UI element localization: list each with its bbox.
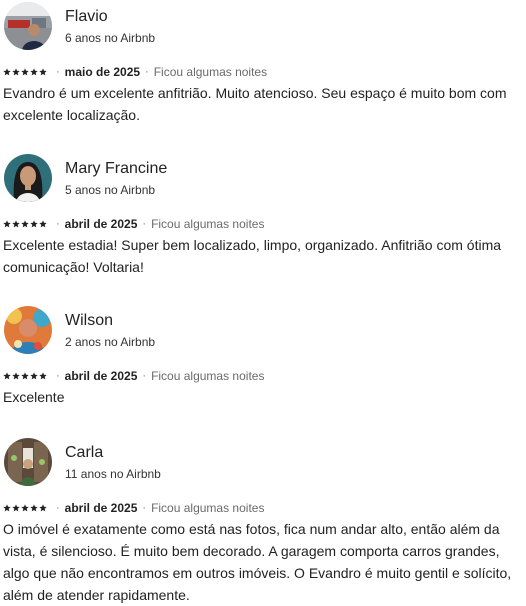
review-item: Flavio 6 anos no Airbnb · maio de 2025 ·… bbox=[3, 2, 523, 123]
separator-dot: · bbox=[56, 66, 60, 78]
star-icon bbox=[21, 220, 29, 228]
review-text: Excelente estadia! Super bem localizado,… bbox=[3, 237, 502, 275]
star-icon bbox=[3, 504, 11, 512]
review-date: abril de 2025 bbox=[64, 369, 138, 383]
star-icon bbox=[21, 68, 29, 76]
review-header: Wilson 2 anos no Airbnb bbox=[3, 306, 523, 356]
rating-stars bbox=[3, 372, 47, 380]
review-text: O imóvel é exatamente como está nas foto… bbox=[3, 521, 512, 603]
star-icon bbox=[3, 220, 11, 228]
reviewer-name: Carla bbox=[65, 444, 104, 461]
review-date: maio de 2025 bbox=[64, 65, 141, 79]
star-icon bbox=[39, 68, 47, 76]
review-header: Carla 11 anos no Airbnb bbox=[3, 438, 523, 488]
avatar[interactable] bbox=[4, 154, 52, 202]
separator-dot: · bbox=[56, 370, 60, 382]
stay-length: Ficou algumas noites bbox=[151, 369, 265, 383]
review-item: Mary Francine 5 anos no Airbnb · abril d… bbox=[3, 154, 523, 275]
review-meta: · abril de 2025 · Ficou algumas noites bbox=[3, 501, 264, 515]
rating-stars bbox=[3, 504, 47, 512]
review-date: abril de 2025 bbox=[64, 501, 138, 515]
review-date: abril de 2025 bbox=[64, 217, 138, 231]
star-icon bbox=[12, 220, 20, 228]
star-icon bbox=[12, 68, 20, 76]
star-icon bbox=[21, 372, 29, 380]
review-text: Excelente bbox=[3, 389, 65, 405]
avatar[interactable] bbox=[4, 306, 52, 354]
reviewer-tenure: 6 anos no Airbnb bbox=[65, 31, 156, 45]
avatar[interactable] bbox=[4, 2, 52, 50]
review-header: Mary Francine 5 anos no Airbnb bbox=[3, 154, 523, 204]
separator-dot: · bbox=[145, 66, 149, 78]
star-icon bbox=[3, 372, 11, 380]
separator-dot: · bbox=[142, 218, 147, 230]
stay-length: Ficou algumas noites bbox=[151, 217, 265, 231]
star-icon bbox=[30, 220, 38, 228]
review-header: Flavio 6 anos no Airbnb bbox=[3, 2, 523, 52]
reviewer-name: Flavio bbox=[65, 8, 108, 25]
separator-dot: · bbox=[142, 370, 147, 382]
stay-length: Ficou algumas noites bbox=[153, 65, 268, 79]
separator-dot: · bbox=[56, 502, 60, 514]
star-icon bbox=[3, 68, 11, 76]
star-icon bbox=[30, 504, 38, 512]
separator-dot: · bbox=[56, 218, 60, 230]
separator-dot: · bbox=[142, 502, 147, 514]
reviewer-name: Wilson bbox=[65, 312, 114, 329]
star-icon bbox=[30, 372, 38, 380]
star-icon bbox=[39, 504, 47, 512]
reviewer-tenure: 11 anos no Airbnb bbox=[65, 467, 161, 481]
review-meta: · abril de 2025 · Ficou algumas noites bbox=[3, 217, 264, 231]
review-meta: · abril de 2025 · Ficou algumas noites bbox=[3, 369, 264, 383]
review-meta: · maio de 2025 · Ficou algumas noites bbox=[3, 65, 267, 79]
star-icon bbox=[30, 68, 38, 76]
stay-length: Ficou algumas noites bbox=[151, 501, 265, 515]
star-icon bbox=[39, 220, 47, 228]
star-icon bbox=[39, 372, 47, 380]
star-icon bbox=[21, 504, 29, 512]
avatar[interactable] bbox=[4, 438, 52, 486]
star-icon bbox=[12, 372, 20, 380]
rating-stars bbox=[3, 68, 47, 76]
reviewer-name: Mary Francine bbox=[65, 160, 168, 177]
star-icon bbox=[12, 504, 20, 512]
review-item: Wilson 2 anos no Airbnb · abril de 2025 … bbox=[3, 306, 523, 405]
review-item: Carla 11 anos no Airbnb · abril de 2025 … bbox=[3, 438, 523, 603]
rating-stars bbox=[3, 220, 47, 228]
reviewer-tenure: 5 anos no Airbnb bbox=[65, 183, 156, 197]
review-text: Evandro é um excelente anfitrião. Muito … bbox=[3, 85, 507, 123]
reviewer-tenure: 2 anos no Airbnb bbox=[65, 335, 156, 349]
